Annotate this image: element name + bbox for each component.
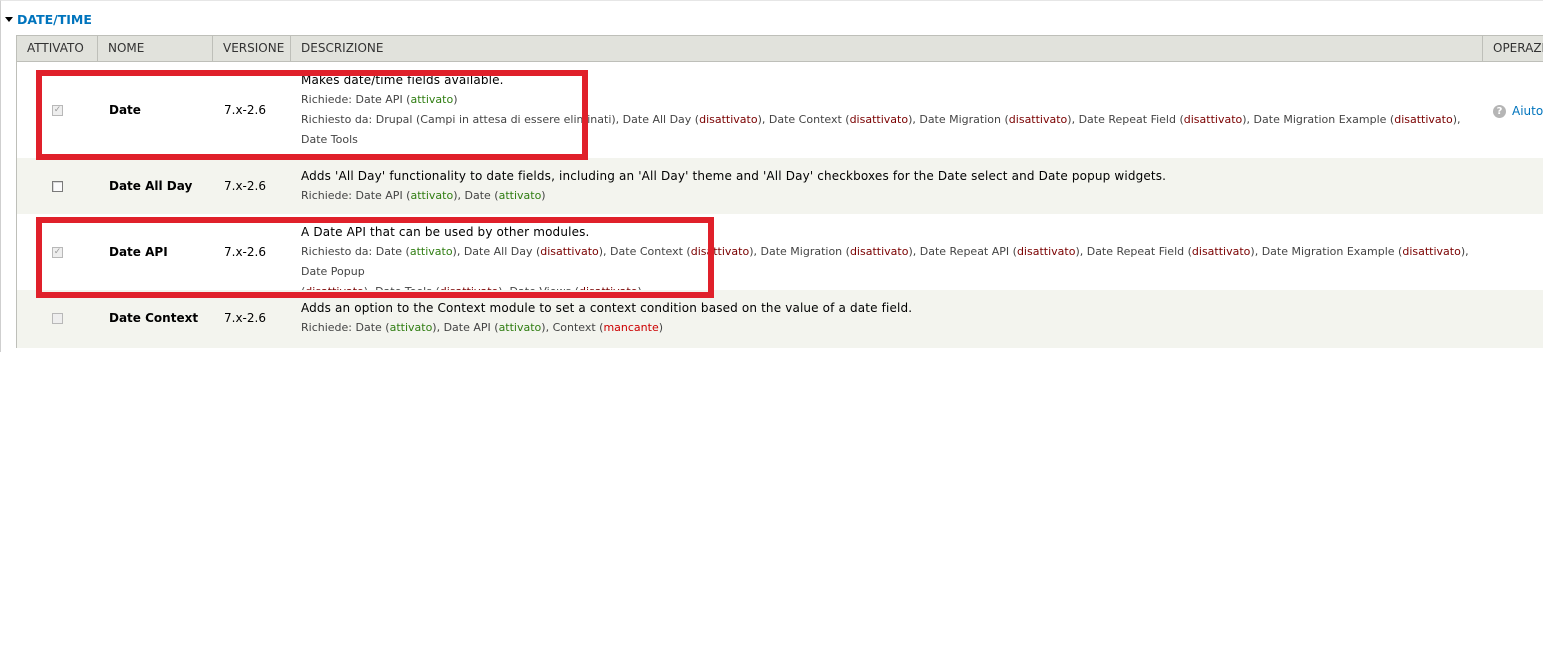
module-name: Date API	[109, 245, 168, 259]
header-enabled: ATTIVATO	[17, 36, 98, 61]
module-version: 7.x-2.6	[224, 179, 266, 193]
help-icon[interactable]: ?	[1493, 104, 1506, 118]
module-enabled-checkbox	[52, 313, 63, 324]
status-label: disattivato	[690, 245, 750, 258]
status-label: disattivato	[849, 245, 909, 258]
status-label: disattivato	[540, 245, 599, 258]
description-text: Adds 'All Day' functionality to date fie…	[301, 169, 1167, 183]
module-enabled-checkbox[interactable]	[52, 181, 63, 192]
module-description: Makes date/time fields available. Richie…	[301, 70, 1471, 170]
modules-table: ATTIVATO NOME VERSIONE DESCRIZIONE OPERA…	[16, 35, 1543, 348]
help-link[interactable]: ? Aiuto	[1493, 104, 1543, 118]
table-row: Date Context 7.x-2.6 Adds an option to t…	[17, 290, 1543, 348]
header-description: DESCRIZIONE	[291, 36, 1483, 61]
status-label: attivato	[498, 321, 542, 334]
status-label: disattivato	[849, 113, 909, 126]
status-label: disattivato	[1008, 113, 1068, 126]
help-label[interactable]: Aiuto	[1512, 104, 1543, 118]
header-version: VERSIONE	[213, 36, 291, 61]
fieldset-legend-datetime[interactable]: DATE/TIME	[5, 11, 92, 27]
module-version: 7.x-2.6	[224, 245, 266, 259]
collapse-caret-icon[interactable]	[5, 17, 13, 22]
status-label: disattivato	[1191, 245, 1251, 258]
description-text: A Date API that can be used by other mod…	[301, 225, 590, 239]
status-label: attivato	[409, 245, 453, 258]
required-by-line: Richiesto da: Date (attivato), Date All …	[301, 245, 1469, 278]
status-label: attivato	[498, 189, 542, 202]
header-operations: OPERAZI	[1493, 41, 1543, 55]
status-label: disattivato	[699, 113, 758, 126]
status-label: disattivato	[1394, 113, 1453, 126]
table-row: ✓ Date 7.x-2.6 Makes date/time fields av…	[17, 62, 1543, 166]
requires-line: Richiede: Date API (attivato), Date (att…	[301, 189, 546, 202]
status-label: attivato	[410, 93, 454, 106]
table-row: Date All Day 7.x-2.6 Adds 'All Day' func…	[17, 158, 1543, 214]
module-name: Date All Day	[109, 179, 193, 193]
requires-line: Richiede: Date API (attivato)	[301, 93, 458, 106]
module-description: Adds 'All Day' functionality to date fie…	[301, 166, 1471, 206]
fieldset-title[interactable]: DATE/TIME	[17, 12, 92, 27]
module-name: Date	[109, 103, 141, 117]
header-name: NOME	[98, 36, 213, 61]
status-label: disattivato	[1016, 245, 1076, 258]
module-version: 7.x-2.6	[224, 311, 266, 325]
module-enabled-checkbox: ✓	[52, 105, 63, 116]
module-version: 7.x-2.6	[224, 103, 266, 117]
requires-line: Richiede: Date (attivato), Date API (att…	[301, 321, 664, 334]
required-by-line: Richiesto da: Drupal (Campi in attesa di…	[301, 113, 1461, 146]
module-enabled-checkbox: ✓	[52, 247, 63, 258]
status-label: disattivato	[1402, 245, 1461, 258]
status-label: attivato	[389, 321, 433, 334]
table-header: ATTIVATO NOME VERSIONE DESCRIZIONE OPERA…	[17, 36, 1543, 62]
status-label: disattivato	[1183, 113, 1243, 126]
description-text: Makes date/time fields available.	[301, 73, 504, 87]
description-text: Adds an option to the Context module to …	[301, 301, 913, 315]
status-label: mancante	[603, 321, 659, 334]
status-label: attivato	[410, 189, 454, 202]
module-name: Date Context	[109, 311, 199, 325]
module-description: Adds an option to the Context module to …	[301, 298, 1471, 338]
table-row: ✓ Date API 7.x-2.6 A Date API that can b…	[17, 214, 1543, 298]
